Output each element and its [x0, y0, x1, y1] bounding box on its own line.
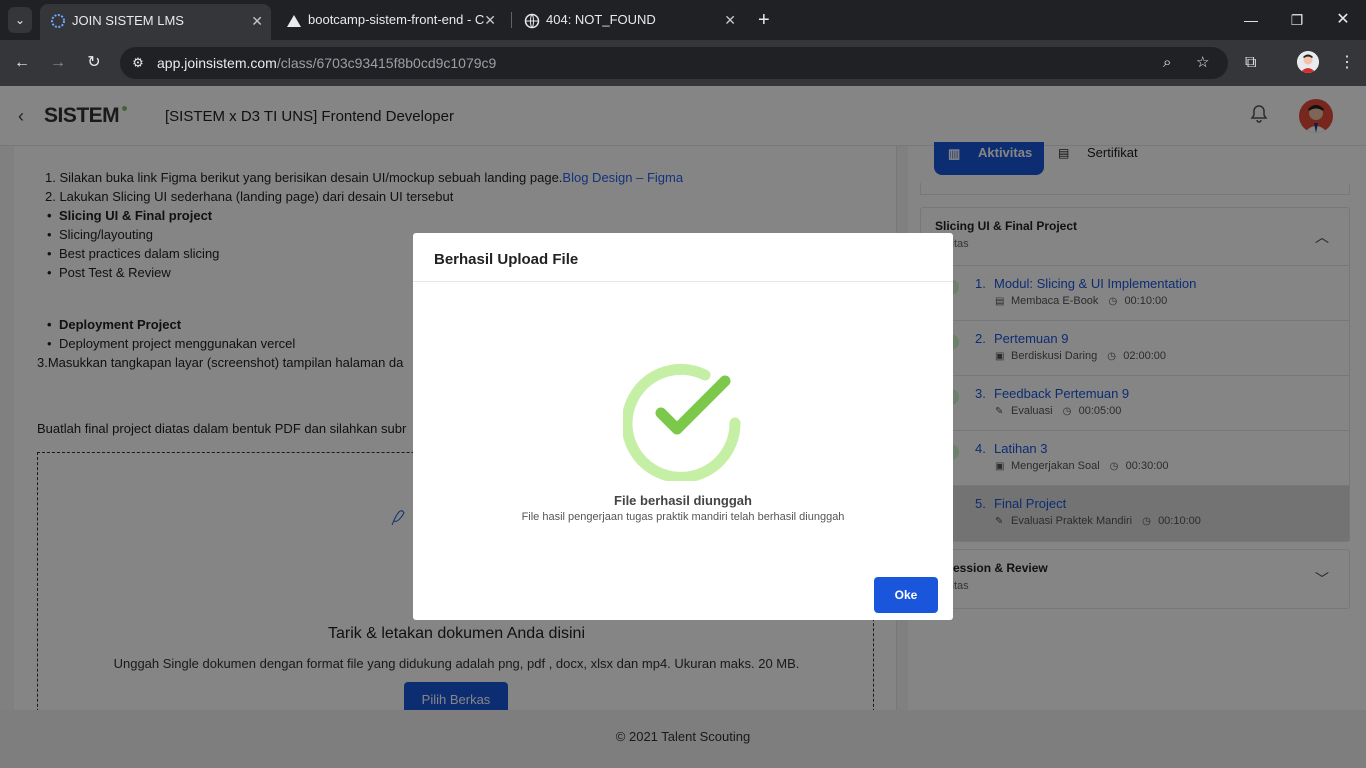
tab-title: JOIN SISTEM LMS [72, 13, 184, 28]
tab-title: bootcamp-sistem-front-end - C [308, 12, 485, 27]
modal-divider [413, 281, 953, 282]
new-tab-button[interactable]: + [758, 6, 770, 34]
site-info-icon[interactable]: ⚙ [128, 53, 148, 73]
ok-button[interactable]: Oke [874, 577, 938, 613]
profile-avatar-icon[interactable] [1297, 51, 1319, 73]
extensions-icon[interactable]: ⧉ [1245, 52, 1256, 74]
url-text[interactable]: app.joinsistem.com/class/6703c93415f8b0c… [157, 47, 496, 79]
close-tab-icon[interactable]: ✕ [724, 4, 736, 36]
close-window-icon[interactable]: ✕ [1320, 6, 1366, 34]
browser-tab-1[interactable]: JOIN SISTEM LMS ✕ [40, 4, 271, 40]
modal-title: Berhasil Upload File [434, 251, 579, 268]
modal-message: File berhasil diunggah [614, 493, 752, 508]
zoom-icon[interactable]: ⌕ [1163, 53, 1171, 73]
forward-arrow-icon[interactable]: → [46, 52, 70, 74]
tab-separator [511, 12, 512, 28]
upload-success-modal: Berhasil Upload File File berhasil diung… [413, 233, 953, 620]
tab-title: 404: NOT_FOUND [546, 12, 656, 27]
modal-subtext: File hasil pengerjaan tugas praktik mand… [521, 511, 845, 523]
vercel-favicon-icon [287, 15, 301, 27]
sistem-favicon-icon [51, 14, 65, 28]
close-tab-icon[interactable]: ✕ [484, 4, 496, 36]
bookmark-star-icon[interactable]: ☆ [1196, 53, 1209, 73]
back-arrow-icon[interactable]: ← [10, 52, 34, 74]
address-bar[interactable]: ⚙ app.joinsistem.com/class/6703c93415f8b… [120, 47, 1228, 79]
browser-toolbar: ← → ↻ ⚙ app.joinsistem.com/class/6703c93… [0, 40, 1366, 86]
minimize-icon[interactable]: — [1228, 6, 1274, 34]
browser-tab-3[interactable]: 404: NOT_FOUND ✕ [514, 4, 744, 36]
success-check-icon [623, 363, 741, 481]
globe-icon [524, 13, 540, 29]
close-tab-icon[interactable]: ✕ [251, 4, 263, 38]
chrome-menu-icon[interactable]: ⋮ [1339, 52, 1355, 74]
browser-tab-2[interactable]: bootcamp-sistem-front-end - C ✕ [276, 4, 504, 36]
reload-icon[interactable]: ↻ [82, 52, 106, 74]
tab-search-button[interactable]: ⌄ [8, 7, 32, 33]
restore-icon[interactable]: ❐ [1274, 6, 1320, 34]
browser-tab-bar: ⌄ JOIN SISTEM LMS ✕ bootcamp-sistem-fron… [0, 0, 1366, 40]
